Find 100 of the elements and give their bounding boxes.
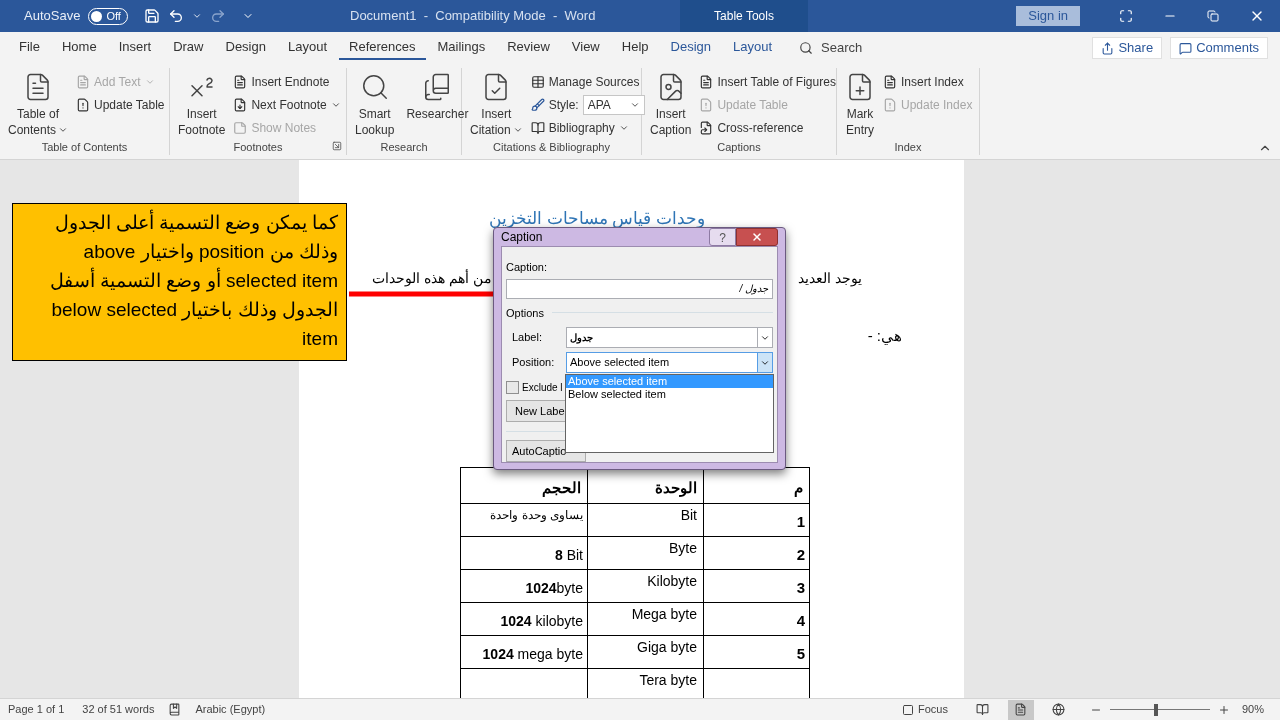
ribbon-button[interactable]: Next Footnote	[233, 93, 341, 116]
ribbon-button[interactable]: Update Table	[76, 93, 165, 116]
document-alert-icon	[76, 97, 91, 112]
share-button[interactable]: Share	[1092, 37, 1163, 59]
table-cell-text: 8 Bit	[554, 546, 583, 565]
exclude-checkbox[interactable]	[506, 381, 519, 394]
focus-button[interactable]: Focus	[902, 701, 948, 718]
comments-button[interactable]: Comments	[1170, 37, 1268, 59]
callout-note: كما يمكن وضع التسمية أعلى الجدول وذلك من position واختيار above selected item أو وضع التسمية أسفل الجدول وذلك باختيار below selected item	[12, 203, 347, 361]
word-count[interactable]: 32 of 51 words	[82, 701, 155, 718]
table-cell-text: 1024 kilobyte	[500, 612, 583, 631]
globe-icon	[1052, 703, 1066, 716]
body-text: هي: -	[867, 325, 902, 347]
table-cell-text: 1024byte	[525, 579, 583, 598]
ribbon-button[interactable]: Table of Contents	[4, 68, 73, 139]
ribbon-tab[interactable]: References	[339, 36, 426, 60]
ribbon-tab[interactable]: File	[9, 36, 50, 60]
document-arrow-icon	[233, 97, 248, 112]
table-cell-text: 1024 mega byte	[482, 645, 583, 664]
search-field[interactable]: Search	[799, 38, 863, 58]
language-label[interactable]: Arabic (Egypt)	[195, 701, 266, 718]
caption-field[interactable]: جدول /	[506, 278, 773, 299]
book-icon	[976, 703, 990, 716]
document-icon	[76, 74, 91, 89]
ribbon-button[interactable]: Manage Sources	[530, 70, 645, 93]
label-dropdown[interactable]: جدول	[566, 327, 773, 348]
style-dropdown[interactable]: APA	[582, 94, 645, 115]
table-cell-text: 2	[796, 544, 805, 565]
search-icon	[799, 41, 814, 55]
ribbon-tab[interactable]: Mailings	[427, 36, 496, 60]
focus-icon	[902, 703, 914, 716]
restore-icon[interactable]	[1207, 10, 1219, 22]
linked-document-icon	[699, 120, 714, 135]
ribbon-tab[interactable]: Home	[51, 36, 107, 60]
ribbon-tab[interactable]: Insert	[108, 36, 162, 60]
ribbon-tab[interactable]: Draw	[163, 36, 214, 60]
zoom-thumb[interactable]	[1154, 703, 1159, 716]
ribbon-tab[interactable]: Layout	[277, 36, 337, 60]
table-cell-text: Byte	[669, 539, 697, 558]
undo-icon[interactable]	[167, 8, 184, 24]
book-icon	[530, 120, 545, 135]
group-label: Captions	[716, 140, 762, 155]
document-icon	[233, 74, 248, 89]
comment-icon	[1179, 41, 1193, 55]
ribbon-tab[interactable]: Review	[497, 36, 560, 60]
page-count[interactable]: Page 1 of 1	[8, 701, 65, 718]
list-option[interactable]: Below selected item	[566, 388, 773, 401]
table-cell-text: 3	[796, 577, 805, 598]
table-cell-text: Giga byte	[637, 638, 697, 657]
close-button[interactable]	[736, 228, 778, 246]
ribbon-tab[interactable]: Help	[611, 36, 659, 60]
document-alert-icon	[883, 97, 897, 112]
ribbon-button[interactable]: Mark Entry	[841, 68, 879, 139]
zoom-slider[interactable]	[1109, 703, 1210, 716]
help-button[interactable]: ?	[709, 228, 736, 246]
ribbon-button[interactable]: Insert Caption	[646, 68, 696, 139]
save-icon[interactable]	[143, 8, 160, 24]
ribbon-display-icon[interactable]	[1119, 9, 1133, 23]
ribbon-tab[interactable]: Layout	[723, 36, 783, 60]
context-tab-header: Table Tools	[680, 0, 808, 32]
table-cell-text: 5	[796, 643, 805, 664]
group-label: Table of Contents	[40, 140, 129, 155]
ribbon-tab[interactable]: Design	[660, 36, 721, 60]
ribbon-button[interactable]: Smart Lookup	[351, 68, 399, 139]
proofing-icon[interactable]	[168, 703, 182, 716]
dialog-title: Caption	[501, 229, 543, 246]
position-dropdown[interactable]: Above selected item	[566, 352, 773, 373]
ribbon-tab[interactable]: View	[561, 36, 610, 60]
ribbon-button[interactable]: Insert Index	[883, 70, 973, 93]
body-text: يوجد العديد	[798, 268, 862, 289]
style-value: APA	[587, 96, 611, 114]
group-label: Index	[893, 140, 923, 155]
options-label: Options	[506, 305, 544, 321]
table-cell-text: Bit	[680, 506, 697, 525]
zoom-in-icon[interactable]	[1217, 703, 1230, 716]
view-button[interactable]	[1007, 699, 1034, 720]
table-cell-text: يساوى وحدة واحدة	[490, 507, 583, 524]
table-cell-text: Kilobyte	[647, 572, 697, 591]
table-cell-text: 4	[796, 610, 805, 631]
ribbon-button[interactable]: Cross-reference	[699, 116, 836, 139]
ribbon-button[interactable]: Bibliography	[530, 116, 645, 139]
ribbon-button[interactable]: Insert Table of Figures	[699, 70, 836, 93]
ribbon-button[interactable]: Insert Footnote	[174, 68, 230, 139]
brush-icon	[530, 97, 545, 112]
sign-in-button[interactable]: Sign in	[1016, 6, 1080, 26]
group-label: Research	[379, 140, 429, 155]
table-cell-text: 1	[796, 511, 805, 532]
table-cell-text: Tera byte	[639, 671, 697, 690]
redo-icon[interactable]	[209, 8, 226, 24]
ribbon-tab[interactable]: Design	[215, 36, 276, 60]
group-label: Footnotes	[232, 140, 284, 155]
launcher-icon[interactable]	[332, 141, 342, 151]
note-icon	[233, 120, 248, 135]
zoom-level[interactable]: 90%	[1241, 701, 1264, 718]
position-label: Position:	[512, 355, 556, 371]
body-text: من أهم هذه الوحدات	[372, 268, 492, 289]
ribbon-button[interactable]: Insert Endnote	[233, 70, 341, 93]
table-cell-text: Mega byte	[631, 605, 697, 624]
caret-icon[interactable]	[191, 11, 202, 21]
document-icon	[883, 74, 897, 89]
